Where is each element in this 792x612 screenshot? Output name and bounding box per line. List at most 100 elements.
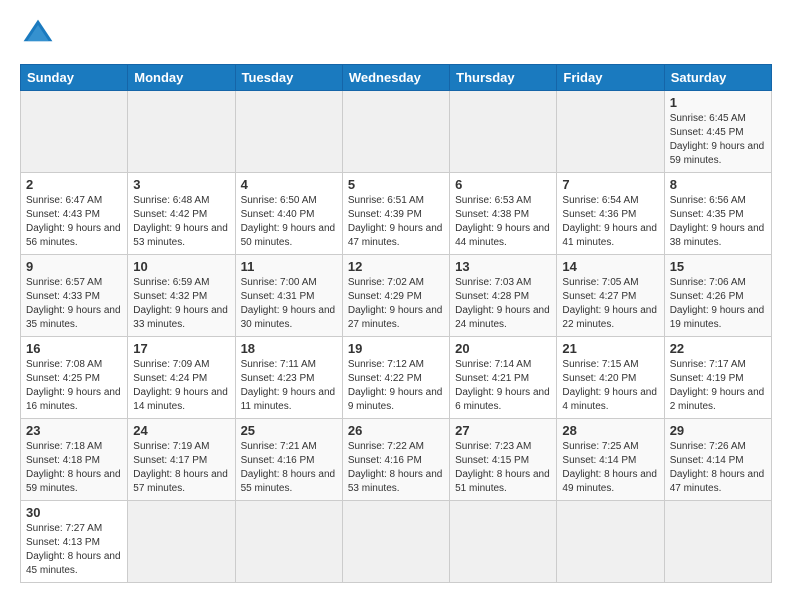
day-number: 30 — [26, 505, 122, 520]
day-number: 22 — [670, 341, 766, 356]
day-info: Sunrise: 7:18 AM Sunset: 4:18 PM Dayligh… — [26, 440, 122, 496]
day-number: 20 — [455, 341, 551, 356]
day-number: 9 — [26, 259, 122, 274]
calendar-cell: 23 Sunrise: 7:18 AM Sunset: 4:18 PM Dayli… — [21, 419, 128, 501]
calendar-cell — [235, 501, 342, 583]
calendar-cell — [342, 501, 449, 583]
calendar-cell: 7 Sunrise: 6:54 AM Sunset: 4:36 PM Daylig… — [557, 173, 664, 255]
day-info: Sunrise: 7:22 AM Sunset: 4:16 PM Dayligh… — [348, 440, 444, 496]
day-info: Sunrise: 6:59 AM Sunset: 4:32 PM Dayligh… — [133, 276, 229, 332]
calendar-cell: 19 Sunrise: 7:12 AM Sunset: 4:22 PM Dayli… — [342, 337, 449, 419]
weekday-tuesday: Tuesday — [235, 65, 342, 91]
day-number: 15 — [670, 259, 766, 274]
day-number: 14 — [562, 259, 658, 274]
day-info: Sunrise: 7:21 AM Sunset: 4:16 PM Dayligh… — [241, 440, 337, 496]
calendar-cell — [21, 91, 128, 173]
day-number: 17 — [133, 341, 229, 356]
calendar-cell: 27 Sunrise: 7:23 AM Sunset: 4:15 PM Dayli… — [450, 419, 557, 501]
calendar-cell: 8Sunrise: 6:56 AM Sunset: 4:35 PM Daylig… — [664, 173, 771, 255]
day-number: 10 — [133, 259, 229, 274]
calendar-cell: 28Sunrise: 7:25 AM Sunset: 4:14 PM Dayli… — [557, 419, 664, 501]
day-info: Sunrise: 7:27 AM Sunset: 4:13 PM Dayligh… — [26, 522, 122, 578]
day-number: 18 — [241, 341, 337, 356]
calendar-cell — [664, 501, 771, 583]
calendar-cell: 18 Sunrise: 7:11 AM Sunset: 4:23 PM Dayli… — [235, 337, 342, 419]
calendar-cell — [450, 91, 557, 173]
calendar-cell: 16 Sunrise: 7:08 AM Sunset: 4:25 PM Dayli… — [21, 337, 128, 419]
day-number: 21 — [562, 341, 658, 356]
day-number: 7 — [562, 177, 658, 192]
calendar-cell — [450, 501, 557, 583]
day-info: Sunrise: 6:54 AM Sunset: 4:36 PM Dayligh… — [562, 194, 658, 250]
day-info: Sunrise: 7:03 AM Sunset: 4:28 PM Dayligh… — [455, 276, 551, 332]
calendar-cell: 1 Sunrise: 6:45 AM Sunset: 4:45 PM Daylig… — [664, 91, 771, 173]
day-number: 6 — [455, 177, 551, 192]
day-number: 23 — [26, 423, 122, 438]
day-number: 19 — [348, 341, 444, 356]
calendar-cell — [557, 91, 664, 173]
day-info: Sunrise: 7:06 AM Sunset: 4:26 PM Dayligh… — [670, 276, 766, 332]
calendar-cell: 17Sunrise: 7:09 AM Sunset: 4:24 PM Dayli… — [128, 337, 235, 419]
day-info: Sunrise: 7:12 AM Sunset: 4:22 PM Dayligh… — [348, 358, 444, 414]
weekday-monday: Monday — [128, 65, 235, 91]
day-number: 28 — [562, 423, 658, 438]
calendar-cell: 3Sunrise: 6:48 AM Sunset: 4:42 PM Daylig… — [128, 173, 235, 255]
day-number: 29 — [670, 423, 766, 438]
weekday-wednesday: Wednesday — [342, 65, 449, 91]
day-number: 1 — [670, 95, 766, 110]
calendar-cell: 30 Sunrise: 7:27 AM Sunset: 4:13 PM Dayli… — [21, 501, 128, 583]
day-info: Sunrise: 7:17 AM Sunset: 4:19 PM Dayligh… — [670, 358, 766, 414]
calendar-cell — [128, 501, 235, 583]
day-number: 16 — [26, 341, 122, 356]
week-row-4: 16 Sunrise: 7:08 AM Sunset: 4:25 PM Dayli… — [21, 337, 772, 419]
day-number: 5 — [348, 177, 444, 192]
day-info: Sunrise: 6:48 AM Sunset: 4:42 PM Dayligh… — [133, 194, 229, 250]
calendar-cell — [235, 91, 342, 173]
week-row-6: 30 Sunrise: 7:27 AM Sunset: 4:13 PM Dayli… — [21, 501, 772, 583]
day-number: 13 — [455, 259, 551, 274]
calendar-cell: 20Sunrise: 7:14 AM Sunset: 4:21 PM Dayli… — [450, 337, 557, 419]
calendar-cell: 24 Sunrise: 7:19 AM Sunset: 4:17 PM Dayli… — [128, 419, 235, 501]
calendar: SundayMondayTuesdayWednesdayThursdayFrid… — [20, 64, 772, 583]
day-info: Sunrise: 7:00 AM Sunset: 4:31 PM Dayligh… — [241, 276, 337, 332]
day-info: Sunrise: 7:05 AM Sunset: 4:27 PM Dayligh… — [562, 276, 658, 332]
day-number: 27 — [455, 423, 551, 438]
day-info: Sunrise: 7:23 AM Sunset: 4:15 PM Dayligh… — [455, 440, 551, 496]
day-number: 11 — [241, 259, 337, 274]
weekday-header-row: SundayMondayTuesdayWednesdayThursdayFrid… — [21, 65, 772, 91]
logo-icon — [20, 16, 56, 52]
logo — [20, 16, 62, 52]
day-info: Sunrise: 6:50 AM Sunset: 4:40 PM Dayligh… — [241, 194, 337, 250]
week-row-2: 2 Sunrise: 6:47 AM Sunset: 4:43 PM Daylig… — [21, 173, 772, 255]
day-number: 2 — [26, 177, 122, 192]
calendar-cell: 10 Sunrise: 6:59 AM Sunset: 4:32 PM Dayli… — [128, 255, 235, 337]
day-number: 26 — [348, 423, 444, 438]
day-info: Sunrise: 7:08 AM Sunset: 4:25 PM Dayligh… — [26, 358, 122, 414]
calendar-cell: 22 Sunrise: 7:17 AM Sunset: 4:19 PM Dayli… — [664, 337, 771, 419]
calendar-cell: 15 Sunrise: 7:06 AM Sunset: 4:26 PM Dayli… — [664, 255, 771, 337]
day-info: Sunrise: 6:47 AM Sunset: 4:43 PM Dayligh… — [26, 194, 122, 250]
calendar-cell: 29Sunrise: 7:26 AM Sunset: 4:14 PM Dayli… — [664, 419, 771, 501]
day-info: Sunrise: 7:19 AM Sunset: 4:17 PM Dayligh… — [133, 440, 229, 496]
calendar-cell: 14 Sunrise: 7:05 AM Sunset: 4:27 PM Dayli… — [557, 255, 664, 337]
day-number: 24 — [133, 423, 229, 438]
weekday-thursday: Thursday — [450, 65, 557, 91]
week-row-5: 23 Sunrise: 7:18 AM Sunset: 4:18 PM Dayli… — [21, 419, 772, 501]
day-info: Sunrise: 6:53 AM Sunset: 4:38 PM Dayligh… — [455, 194, 551, 250]
calendar-cell: 9Sunrise: 6:57 AM Sunset: 4:33 PM Daylig… — [21, 255, 128, 337]
calendar-cell — [128, 91, 235, 173]
calendar-cell: 21 Sunrise: 7:15 AM Sunset: 4:20 PM Dayli… — [557, 337, 664, 419]
header — [20, 16, 772, 52]
day-number: 25 — [241, 423, 337, 438]
weekday-sunday: Sunday — [21, 65, 128, 91]
page: SundayMondayTuesdayWednesdayThursdayFrid… — [0, 0, 792, 603]
day-info: Sunrise: 7:15 AM Sunset: 4:20 PM Dayligh… — [562, 358, 658, 414]
day-info: Sunrise: 7:02 AM Sunset: 4:29 PM Dayligh… — [348, 276, 444, 332]
weekday-friday: Friday — [557, 65, 664, 91]
day-number: 12 — [348, 259, 444, 274]
calendar-cell: 12 Sunrise: 7:02 AM Sunset: 4:29 PM Dayli… — [342, 255, 449, 337]
day-info: Sunrise: 6:45 AM Sunset: 4:45 PM Dayligh… — [670, 112, 766, 168]
day-info: Sunrise: 7:11 AM Sunset: 4:23 PM Dayligh… — [241, 358, 337, 414]
calendar-cell — [342, 91, 449, 173]
weekday-saturday: Saturday — [664, 65, 771, 91]
